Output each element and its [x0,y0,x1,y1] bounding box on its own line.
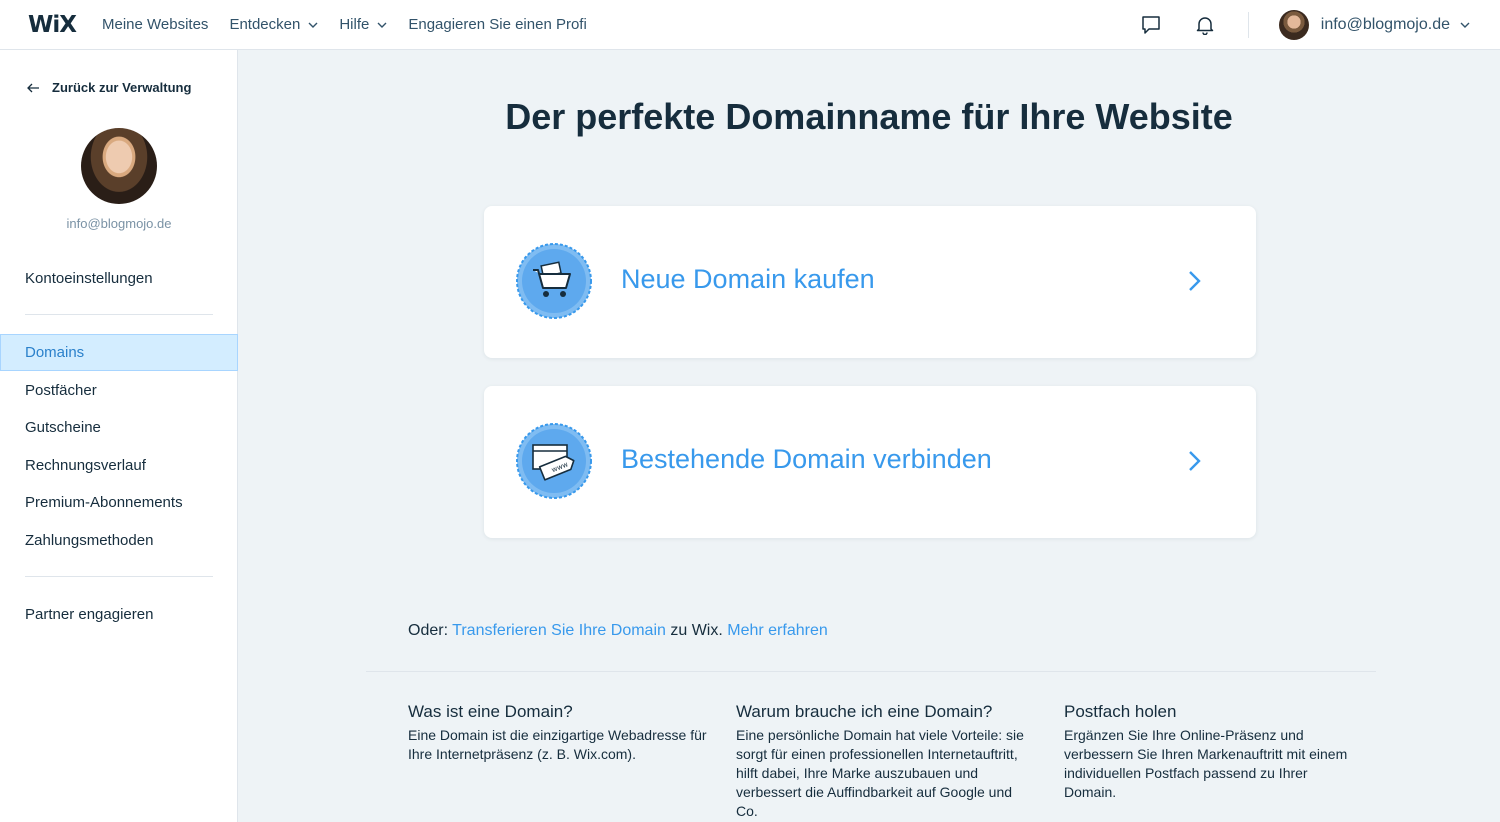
transfer-line: Oder: Transferieren Sie Ihre Domain zu W… [408,622,828,640]
chevron-down-icon [308,22,318,28]
chevron-down-icon [377,22,387,28]
nav-label: Entdecken [229,16,301,33]
sidebar-item-premium[interactable]: Premium-Abonnements [25,494,183,511]
nav-label: Meine Websites [102,16,209,33]
bell-icon[interactable] [1194,14,1216,36]
sidebar-item-domains[interactable]: Domains [0,334,238,371]
top-bar: WiX Meine Websites Entdecken Hilfe Engag… [0,0,1500,50]
nav-profi[interactable]: Engagieren Sie einen Profi [408,16,586,33]
info-text: Eine persönliche Domain hat viele Vortei… [736,727,1024,819]
back-label: Zurück zur Verwaltung [52,80,192,95]
info-title: Was ist eine Domain? [408,702,573,721]
info-column: Was ist eine Domain? Eine Domain ist die… [408,702,708,764]
nav-meine-websites[interactable]: Meine Websites [102,16,208,33]
sidebar-item-partner[interactable]: Partner engagieren [25,606,153,623]
www-tag-icon: www [516,423,592,499]
sidebar-item-account-settings[interactable]: Kontoeinstellungen [25,270,153,287]
main-nav: Meine Websites Entdecken Hilfe Engagiere… [102,16,608,33]
shopping-cart-icon [516,243,592,319]
info-text: Eine Domain ist die einzigartige Webadre… [408,727,707,762]
transfer-domain-link[interactable]: Transferieren Sie Ihre Domain [452,622,666,639]
account-email: info@blogmojo.de [1320,16,1450,33]
nav-label: Hilfe [339,16,370,33]
arrow-left-icon [27,83,39,92]
card-label: Neue Domain kaufen [621,264,875,294]
connect-domain-card[interactable]: www Bestehende Domain verbinden [484,386,1256,538]
transfer-prefix: Oder: [408,622,449,639]
info-column: Warum brauche ich eine Domain? Eine pers… [736,702,1036,821]
sidebar: Zurück zur Verwaltung info@blogmojo.de K… [0,50,238,822]
sidebar-item-gutscheine[interactable]: Gutscheine [25,419,101,436]
profile-avatar [81,128,157,204]
sidebar-item-zahlungsmethoden[interactable]: Zahlungsmethoden [25,532,153,549]
sidebar-divider [25,314,213,315]
sidebar-email: info@blogmojo.de [66,216,172,231]
top-right-controls: info@blogmojo.de [1140,0,1500,50]
learn-more-link[interactable]: Mehr erfahren [727,622,828,639]
account-menu[interactable]: info@blogmojo.de [1278,10,1470,40]
sidebar-item-postfaecher[interactable]: Postfächer [25,382,97,399]
chevron-right-icon [1189,451,1201,471]
nav-entdecken[interactable]: Entdecken [229,16,318,33]
sidebar-item-label: Domains [25,344,85,361]
transfer-middle: zu Wix. [670,622,723,639]
chevron-down-icon [1460,22,1470,28]
buy-domain-card[interactable]: Neue Domain kaufen [484,206,1256,358]
wix-logo[interactable]: WiX [28,12,77,38]
sidebar-divider [25,576,213,577]
back-to-dashboard-link[interactable]: Zurück zur Verwaltung [27,80,191,95]
chevron-right-icon [1189,271,1201,291]
avatar [1278,10,1309,40]
chat-icon[interactable] [1140,14,1162,36]
sidebar-item-rechnungsverlauf[interactable]: Rechnungsverlauf [25,457,146,474]
card-label: Bestehende Domain verbinden [621,444,992,474]
info-title: Postfach holen [1064,702,1177,721]
nav-label: Engagieren Sie einen Profi [408,16,587,33]
content-divider [366,671,1376,672]
info-text: Ergänzen Sie Ihre Online-Präsenz und ver… [1064,727,1348,800]
nav-hilfe[interactable]: Hilfe [339,16,387,33]
page-title: Der perfekte Domainname für Ihre Website [505,96,1233,137]
info-column: Postfach holen Ergänzen Sie Ihre Online-… [1064,702,1354,802]
header-divider [1247,12,1249,38]
info-title: Warum brauche ich eine Domain? [736,702,993,721]
